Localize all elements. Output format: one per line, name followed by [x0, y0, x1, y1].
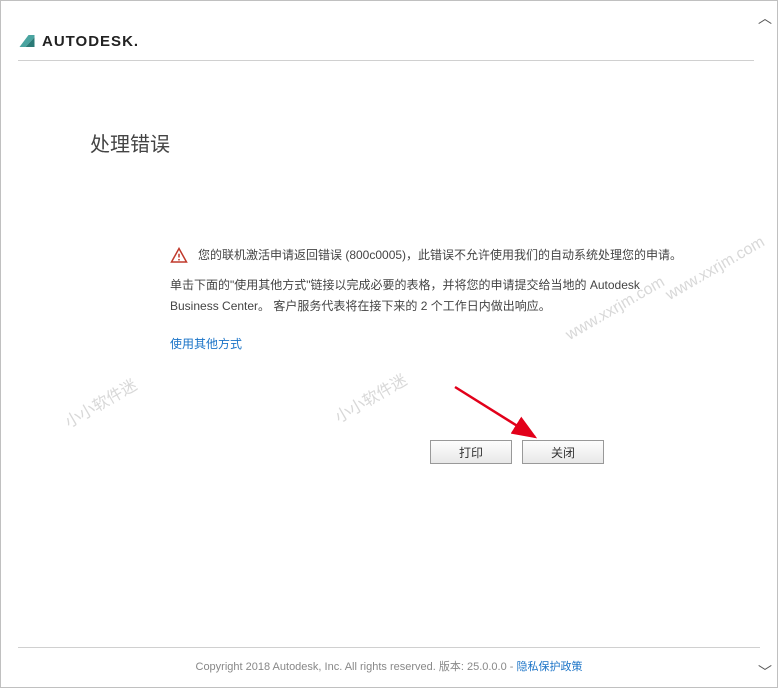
button-row: 打印 关闭: [430, 440, 604, 464]
page-title: 处理错误: [90, 128, 170, 157]
close-button[interactable]: 关闭: [522, 440, 604, 464]
footer: Copyright 2018 Autodesk, Inc. All rights…: [0, 647, 778, 674]
logo-area: AUTODESK.: [18, 32, 139, 50]
error-row: 您的联机激活申请返回错误 (800c0005)，此错误不允许使用我们的自动系统处…: [170, 245, 684, 267]
print-button[interactable]: 打印: [430, 440, 512, 464]
instruction-text: 单击下面的"使用其他方式"链接以完成必要的表格，并将您的申请提交给当地的 Aut…: [170, 275, 684, 318]
footer-divider: [18, 647, 760, 648]
autodesk-logo-icon: [18, 32, 36, 50]
error-message: 您的联机激活申请返回错误 (800c0005)，此错误不允许使用我们的自动系统处…: [198, 245, 684, 267]
header-divider: [18, 60, 754, 61]
copyright-text: Copyright 2018 Autodesk, Inc. All rights…: [196, 661, 517, 673]
content-area: 您的联机激活申请返回错误 (800c0005)，此错误不允许使用我们的自动系统处…: [170, 245, 684, 355]
privacy-policy-link[interactable]: 隐私保护政策: [517, 661, 583, 673]
scroll-up-icon[interactable]: ︿: [758, 8, 772, 28]
logo-text: AUTODESK.: [42, 33, 139, 50]
warning-icon: [170, 245, 188, 265]
use-other-method-link[interactable]: 使用其他方式: [170, 337, 242, 351]
